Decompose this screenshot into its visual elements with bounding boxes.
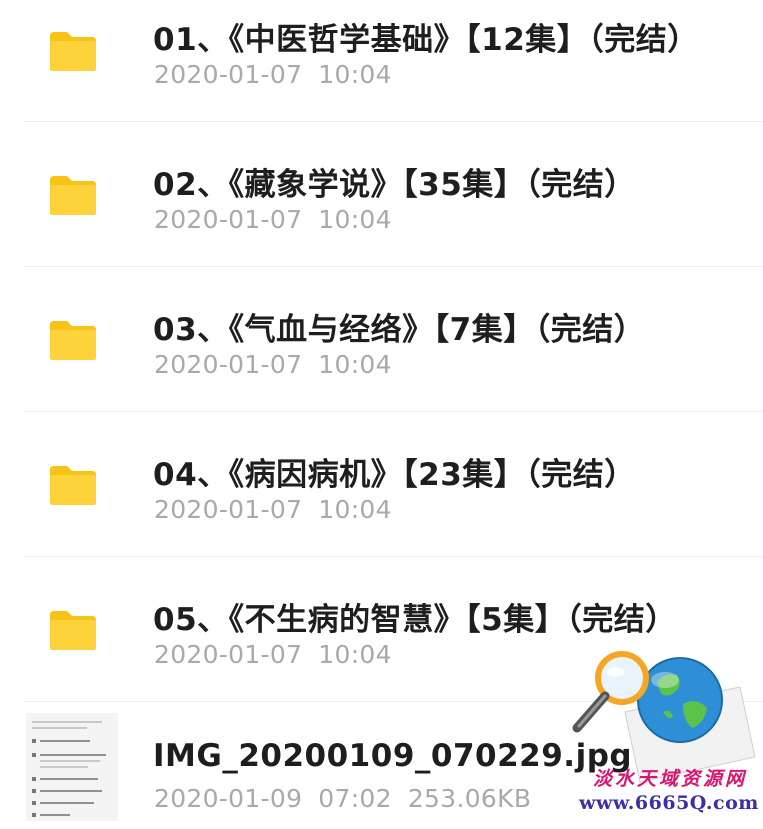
file-date: 2020-01-07: [154, 640, 303, 669]
file-time: 10:04: [318, 640, 392, 669]
file-meta: 2020-01-09 07:02 253.06KB: [154, 784, 531, 813]
file-time: 10:04: [318, 60, 392, 89]
folder-icon: [48, 464, 98, 506]
file-date: 2020-01-07: [154, 350, 303, 379]
file-name: IMG_20200109_070229.jpg: [153, 738, 633, 774]
list-item-folder-03[interactable]: 03、《气血与经络》【7集】（完结） 2020-01-07 10:04: [0, 267, 763, 412]
file-name: 05、《不生病的智慧》【5集】（完结）: [153, 602, 677, 638]
file-name: 03、《气血与经络》【7集】（完结）: [153, 312, 646, 348]
file-time: 10:04: [318, 495, 392, 524]
file-meta: 2020-01-07 10:04: [154, 640, 392, 669]
folder-icon: [48, 174, 98, 216]
folder-icon: [48, 30, 98, 72]
file-meta: 2020-01-07 10:04: [154, 60, 392, 89]
file-name: 01、《中医哲学基础》【12集】（完结）: [153, 22, 699, 58]
file-meta: 2020-01-07 10:04: [154, 205, 392, 234]
file-time: 10:04: [318, 205, 392, 234]
image-thumbnail[interactable]: [26, 713, 118, 821]
file-name: 02、《藏象学说》【35集】（完结）: [153, 167, 636, 203]
folder-icon: [48, 609, 98, 651]
file-date: 2020-01-07: [154, 205, 303, 234]
file-date: 2020-01-09: [154, 784, 303, 813]
watermark-url: www.6665Q.com: [579, 792, 759, 814]
list-item-folder-01[interactable]: 01、《中医哲学基础》【12集】（完结） 2020-01-07 10:04: [0, 0, 763, 122]
file-date: 2020-01-07: [154, 495, 303, 524]
folder-icon: [48, 319, 98, 361]
file-size: 253.06KB: [407, 784, 532, 813]
file-meta: 2020-01-07 10:04: [154, 350, 392, 379]
file-name: 04、《病因病机》【23集】（完结）: [153, 457, 636, 493]
file-date: 2020-01-07: [154, 60, 303, 89]
file-meta: 2020-01-07 10:04: [154, 495, 392, 524]
file-time: 07:02: [318, 784, 392, 813]
watermark-site-name: 淡水天域资源网: [592, 768, 747, 790]
list-item-folder-02[interactable]: 02、《藏象学说》【35集】（完结） 2020-01-07 10:04: [0, 122, 763, 267]
list-item-folder-04[interactable]: 04、《病因病机》【23集】（完结） 2020-01-07 10:04: [0, 412, 763, 557]
file-time: 10:04: [318, 350, 392, 379]
